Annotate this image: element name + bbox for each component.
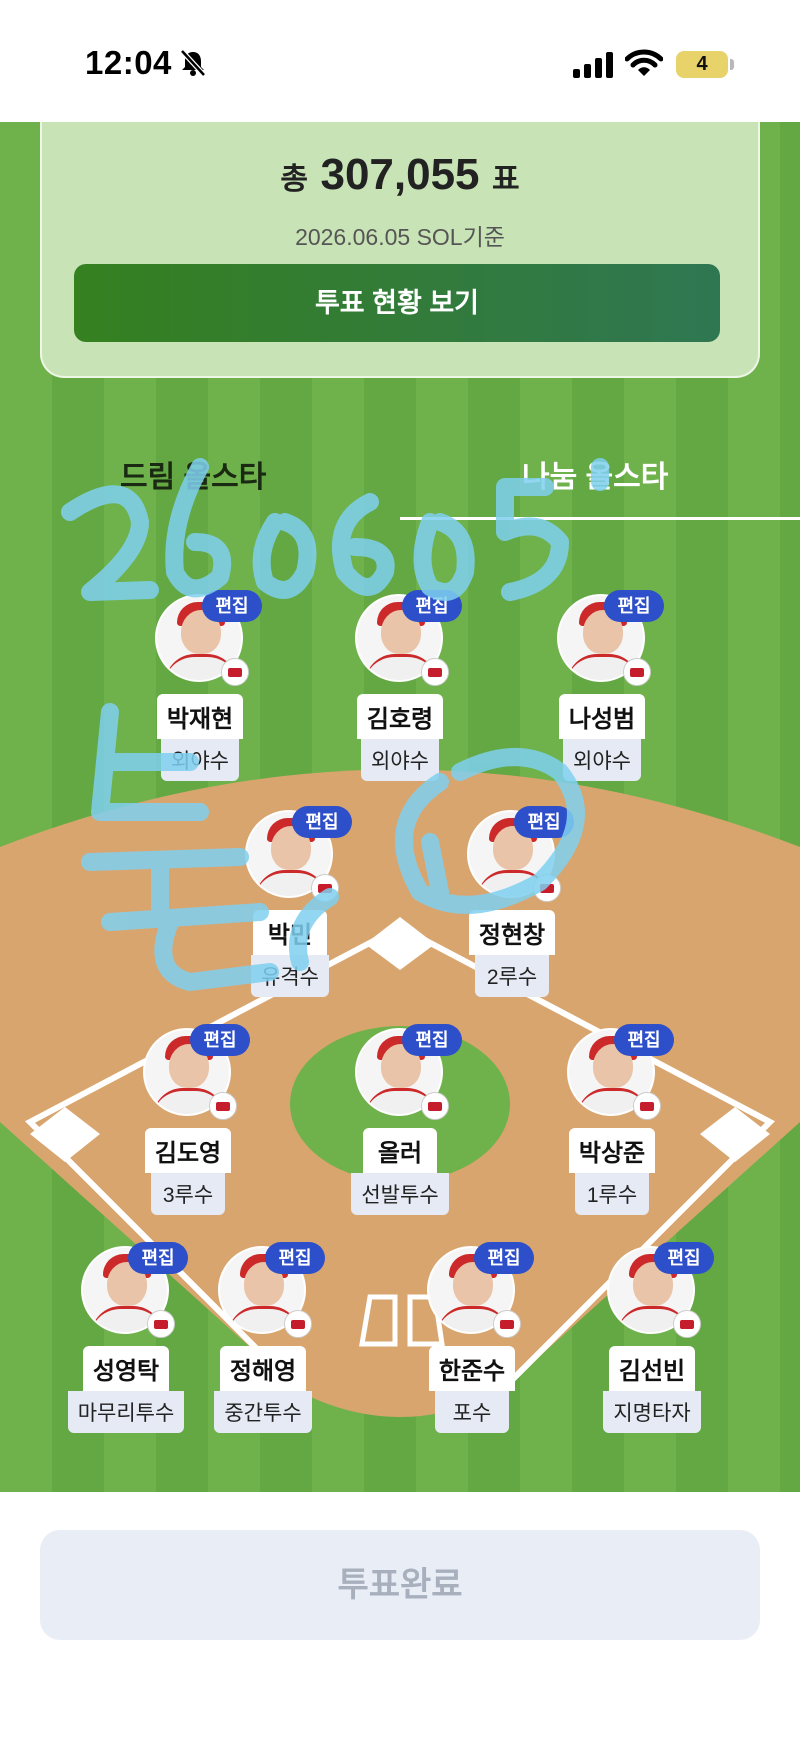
battery-tip <box>730 59 734 70</box>
team-logo-icon <box>493 1310 521 1338</box>
player-card[interactable]: 편집 정해영 중간투수 <box>193 1242 333 1446</box>
team-logo-icon <box>311 874 339 902</box>
edit-button[interactable]: 편집 <box>402 590 462 622</box>
player-name: 올러 <box>363 1128 437 1173</box>
tab-dream-allstar[interactable]: 드림 올스타 <box>120 452 266 496</box>
player-position: 선발투수 <box>351 1173 449 1215</box>
edit-button[interactable]: 편집 <box>202 590 262 622</box>
wifi-icon <box>625 49 663 76</box>
view-vote-status-button[interactable]: 투표 현황 보기 <box>74 264 720 342</box>
total-suffix: 표 <box>491 163 520 196</box>
player-name: 김호령 <box>356 694 444 739</box>
player-position: 외야수 <box>563 739 641 781</box>
player-position: 외야수 <box>361 739 439 781</box>
player-card[interactable]: 편집 김도영 3루수 <box>118 1024 258 1228</box>
lineup-field: 총 307,055 표 2026.06.05 SOL기준 투표 현황 보기 드림… <box>0 122 800 1492</box>
player-position: 포수 <box>435 1391 509 1433</box>
player-card[interactable]: 편집 성영탁 마무리투수 <box>56 1242 196 1446</box>
player-name: 정현창 <box>468 910 556 955</box>
team-logo-icon <box>209 1092 237 1120</box>
player-card[interactable]: 편집 박상준 1루수 <box>542 1024 682 1228</box>
team-logo-icon <box>633 1092 661 1120</box>
total-votes: 총 307,055 표 <box>42 150 758 200</box>
player-position: 외야수 <box>161 739 239 781</box>
player-card[interactable]: 편집 박민 유격수 <box>220 806 360 1010</box>
player-position: 중간투수 <box>214 1391 312 1433</box>
player-name: 박재현 <box>156 694 244 739</box>
team-logo-icon <box>221 658 249 686</box>
team-logo-icon <box>421 1092 449 1120</box>
edit-button[interactable]: 편집 <box>514 806 574 838</box>
player-card[interactable]: 편집 올러 선발투수 <box>330 1024 470 1228</box>
player-card[interactable]: 편집 정현창 2루수 <box>442 806 582 1010</box>
player-name: 정해영 <box>219 1346 307 1391</box>
player-card[interactable]: 편집 김선빈 지명타자 <box>582 1242 722 1446</box>
team-logo-icon <box>147 1310 175 1338</box>
edit-button[interactable]: 편집 <box>474 1242 534 1274</box>
edit-button[interactable]: 편집 <box>604 590 664 622</box>
edit-button[interactable]: 편집 <box>614 1024 674 1056</box>
player-position: 2루수 <box>475 955 549 997</box>
player-card[interactable]: 편집 한준수 포수 <box>402 1242 542 1446</box>
bottom-bar: 투표완료 <box>0 1492 800 1740</box>
edit-button[interactable]: 편집 <box>292 806 352 838</box>
player-position: 3루수 <box>151 1173 225 1215</box>
battery-level: 4 <box>696 53 708 75</box>
signal-icon <box>573 52 613 78</box>
player-card[interactable]: 편집 김호령 외야수 <box>330 590 470 794</box>
vote-complete-button[interactable]: 투표완료 <box>40 1530 760 1640</box>
total-prefix: 총 <box>280 163 309 196</box>
player-name: 한준수 <box>428 1346 516 1391</box>
player-name: 나성범 <box>558 694 646 739</box>
team-logo-icon <box>623 658 651 686</box>
edit-button[interactable]: 편집 <box>265 1242 325 1274</box>
status-bar: 12:04 4 <box>0 0 800 122</box>
team-logo-icon <box>533 874 561 902</box>
team-logo-icon <box>421 658 449 686</box>
edit-button[interactable]: 편집 <box>128 1242 188 1274</box>
player-name: 김선빈 <box>608 1346 696 1391</box>
date-basis: 2026.06.05 SOL기준 <box>295 224 505 250</box>
tab-selected-indicator <box>400 517 800 520</box>
edit-button[interactable]: 편집 <box>190 1024 250 1056</box>
edit-button[interactable]: 편집 <box>402 1024 462 1056</box>
edit-button[interactable]: 편집 <box>654 1242 714 1274</box>
player-card[interactable]: 편집 나성범 외야수 <box>532 590 672 794</box>
player-position: 1루수 <box>575 1173 649 1215</box>
bell-slash-icon <box>180 49 206 77</box>
battery-icon: 4 <box>676 51 728 78</box>
player-position: 마무리투수 <box>67 1391 185 1433</box>
player-name: 김도영 <box>144 1128 232 1173</box>
player-card[interactable]: 편집 박재현 외야수 <box>130 590 270 794</box>
player-name: 박상준 <box>568 1128 656 1173</box>
status-time: 12:04 <box>85 44 172 81</box>
player-name: 성영탁 <box>82 1346 170 1391</box>
vote-summary-card: 총 307,055 표 2026.06.05 SOL기준 투표 현황 보기 <box>40 122 760 378</box>
team-logo-icon <box>284 1310 312 1338</box>
team-logo-icon <box>673 1310 701 1338</box>
player-position: 유격수 <box>251 955 329 997</box>
tab-nanum-allstar[interactable]: 나눔 올스타 <box>522 452 668 496</box>
total-count: 307,055 <box>320 150 480 199</box>
player-position: 지명타자 <box>603 1391 701 1433</box>
player-name: 박민 <box>253 910 327 955</box>
